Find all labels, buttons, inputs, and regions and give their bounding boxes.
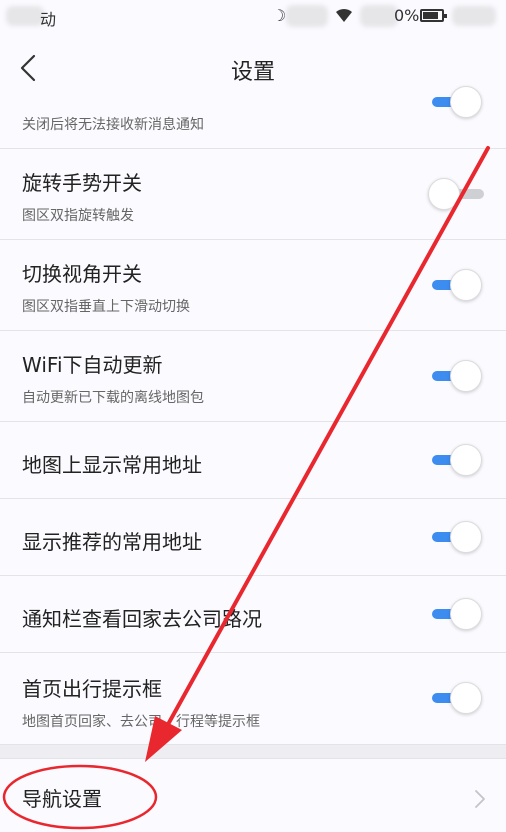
setting-title: 旋转手势开关 [22, 171, 142, 195]
switch-view-toggle[interactable] [428, 267, 484, 303]
setting-title: 通知栏查看回家去公司路况 [22, 607, 262, 631]
setting-row-notify: 关闭后将无法接收新消息通知 [0, 86, 506, 148]
section-divider [0, 744, 506, 758]
toggle-knob [450, 682, 482, 714]
status-blur-time [452, 6, 496, 26]
moon-icon: ☽ [272, 6, 287, 25]
notification-route-toggle[interactable] [428, 596, 484, 632]
recommend-common-address-toggle[interactable] [428, 519, 484, 555]
setting-title: 首页出行提示框 [22, 677, 162, 701]
battery-percent: 0% [394, 6, 420, 25]
toggle-knob [450, 86, 482, 118]
setting-subtitle: 图区双指垂直上下滑动切换 [22, 299, 190, 315]
wifi-auto-update-toggle[interactable] [428, 358, 484, 394]
setting-title: 切换视角开关 [22, 262, 142, 286]
setting-subtitle: 自动更新已下载的离线地图包 [22, 390, 204, 406]
status-blur-mid [286, 5, 328, 27]
toggle-knob [450, 269, 482, 301]
status-left-fragment: 动 [40, 10, 57, 29]
status-blur-right [360, 5, 398, 27]
navigation-settings-label: 导航设置 [22, 787, 102, 811]
setting-row-home-travel-tip: 首页出行提示框 地图首页回家、去公司、行程等提示框 [0, 652, 506, 744]
chevron-right-icon [475, 790, 485, 808]
setting-subtitle: 地图首页回家、去公司、行程等提示框 [22, 714, 260, 730]
toggle-knob [450, 598, 482, 630]
toggle-knob [450, 444, 482, 476]
toggle-knob [428, 178, 460, 210]
setting-row-wifi-auto-update: WiFi下自动更新 自动更新已下载的离线地图包 [0, 330, 506, 421]
setting-row-notification-route: 通知栏查看回家去公司路况 [0, 575, 506, 652]
setting-subtitle: 图区双指旋转触发 [22, 208, 134, 224]
setting-title: 地图上显示常用地址 [22, 453, 202, 477]
setting-row-recommend-common-address: 显示推荐的常用地址 [0, 498, 506, 575]
setting-title: 显示推荐的常用地址 [22, 530, 202, 554]
setting-row-show-common-address: 地图上显示常用地址 [0, 421, 506, 498]
status-bar: 动 ☽ 0% [0, 0, 506, 34]
page-title: 设置 [230, 60, 275, 85]
toggle-knob [450, 521, 482, 553]
status-blur-left [6, 6, 44, 26]
setting-row-rotate-gesture: 旋转手势开关 图区双指旋转触发 [0, 148, 506, 239]
notify-toggle[interactable] [428, 84, 484, 120]
rotate-gesture-toggle[interactable] [428, 176, 484, 212]
setting-subtitle: 关闭后将无法接收新消息通知 [22, 117, 204, 133]
show-common-address-toggle[interactable] [428, 442, 484, 478]
setting-row-switch-view: 切换视角开关 图区双指垂直上下滑动切换 [0, 239, 506, 330]
wifi-icon [336, 8, 352, 22]
toggle-knob [450, 360, 482, 392]
home-travel-tip-toggle[interactable] [428, 680, 484, 716]
navigation-settings-row[interactable]: 导航设置 [0, 758, 506, 832]
battery-icon [420, 9, 447, 22]
setting-title: WiFi下自动更新 [22, 353, 163, 377]
